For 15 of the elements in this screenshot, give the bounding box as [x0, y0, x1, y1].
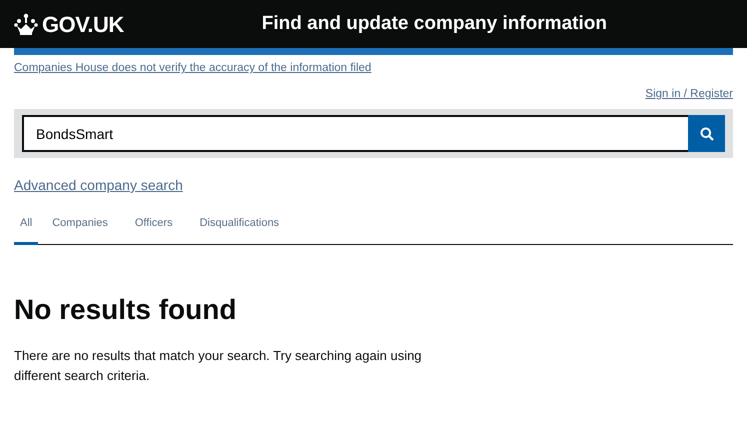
- tab[interactable]: Officers: [134, 206, 173, 244]
- search-field[interactable]: BondsSmart: [22, 115, 688, 152]
- service-title: Find and update company information: [262, 12, 607, 36]
- tab[interactable]: Companies: [52, 206, 108, 244]
- logo-text[interactable]: GOV.UK: [42, 8, 124, 40]
- crown-icon: [14, 13, 38, 35]
- sign-in-link[interactable]: Sign in / Register: [645, 88, 733, 100]
- no-results-message: There are no results that match your search. Try searching again using different search criteria.: [14, 347, 423, 385]
- notice-link[interactable]: Companies House does not verify the accuracy of the information filed: [14, 60, 372, 78]
- tab[interactable]: All: [14, 206, 38, 244]
- tab[interactable]: Disqualifications: [200, 206, 280, 244]
- search-button[interactable]: [688, 115, 725, 152]
- results-heading: No results found: [14, 292, 238, 326]
- advanced-search-link[interactable]: Advanced company search: [14, 177, 183, 193]
- search-icon: [700, 126, 714, 140]
